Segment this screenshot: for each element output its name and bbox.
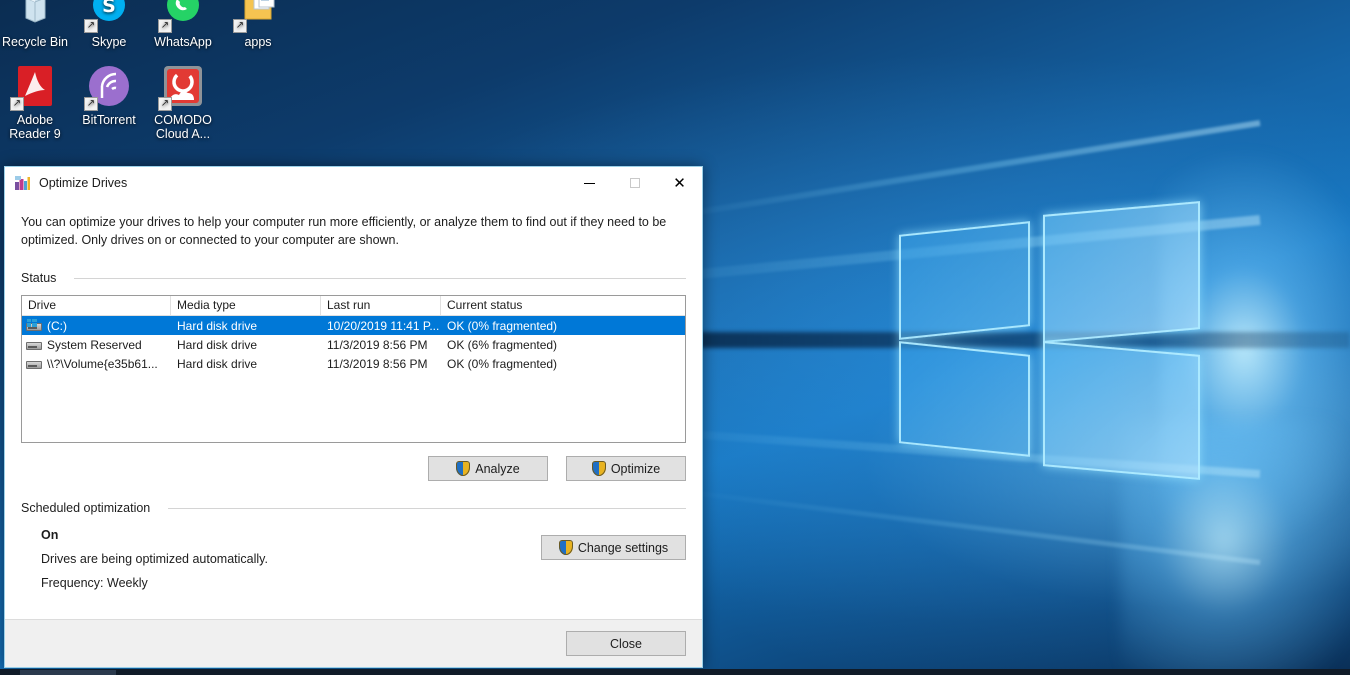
- media-type-cell: Hard disk drive: [171, 319, 321, 333]
- adobe-reader-icon: ↗: [12, 64, 58, 110]
- current-status-cell: OK (6% fragmented): [441, 338, 679, 352]
- window-body: You can optimize your drives to help you…: [5, 199, 702, 619]
- skype-icon: S ↗: [86, 0, 132, 32]
- drive-list-header: Drive Media type Last run Current status: [22, 296, 685, 316]
- table-row[interactable]: \\?\Volume{e35b61... Hard disk drive 11/…: [22, 354, 685, 373]
- optimize-button-label: Optimize: [611, 462, 660, 476]
- defrag-icon: [14, 175, 31, 192]
- drive-cell: System Reserved: [22, 338, 171, 352]
- analyze-button[interactable]: Analyze: [428, 456, 548, 481]
- window-title: Optimize Drives: [39, 176, 127, 190]
- shortcut-overlay-icon: ↗: [233, 19, 247, 33]
- drive-name: System Reserved: [47, 338, 142, 352]
- shortcut-overlay-icon: ↗: [158, 97, 172, 111]
- change-settings-wrapper: Change settings: [541, 535, 686, 560]
- drive-list[interactable]: Drive Media type Last run Current status…: [21, 295, 686, 443]
- taskbar[interactable]: [0, 669, 1350, 675]
- drive-name: (C:): [47, 319, 67, 333]
- desktop-icon-label-line2: Cloud A...: [140, 127, 226, 141]
- media-type-cell: Hard disk drive: [171, 357, 321, 371]
- windows-logo-pane: [1043, 341, 1200, 480]
- table-row[interactable]: (C:) Hard disk drive 10/20/2019 11:41 P.…: [22, 316, 685, 335]
- desktop-icon-label: WhatsApp: [140, 35, 226, 49]
- optimize-button[interactable]: Optimize: [566, 456, 686, 481]
- shortcut-overlay-icon: ↗: [10, 97, 24, 111]
- uac-shield-icon: [559, 540, 573, 555]
- maximize-icon[interactable]: [612, 167, 657, 199]
- drive-cell: (C:): [22, 319, 171, 333]
- drive-cell: \\?\Volume{e35b61...: [22, 357, 171, 371]
- apps-folder-icon: ↗: [235, 0, 281, 32]
- scheduled-section-header: Scheduled optimization: [21, 501, 686, 515]
- close-button[interactable]: Close: [566, 631, 686, 656]
- window-controls: ✕: [567, 167, 702, 199]
- desktop-icon-label-line2: Reader 9: [0, 127, 78, 141]
- recycle-bin-icon: [12, 0, 58, 32]
- last-run-cell: 10/20/2019 11:41 P...: [321, 319, 441, 333]
- shortcut-overlay-icon: ↗: [84, 97, 98, 111]
- change-settings-button-label: Change settings: [578, 541, 668, 555]
- drive-name: \\?\Volume{e35b61...: [47, 357, 158, 371]
- scheduled-section-body: On Drives are being optimized automatica…: [21, 523, 686, 595]
- wallpaper-shadow-band: [700, 332, 1350, 348]
- desktop-icon-whatsapp[interactable]: ↗ WhatsApp: [140, 0, 226, 49]
- desktop-icon-label: COMODO: [140, 113, 226, 127]
- shortcut-overlay-icon: ↗: [158, 19, 172, 33]
- column-header-drive[interactable]: Drive: [22, 296, 171, 315]
- whatsapp-icon: ↗: [160, 0, 206, 32]
- drive-icon: [26, 358, 42, 370]
- status-section-label: Status: [21, 271, 56, 285]
- shortcut-overlay-icon: ↗: [84, 19, 98, 33]
- status-section-header: Status: [21, 271, 686, 285]
- change-settings-button[interactable]: Change settings: [541, 535, 686, 560]
- column-header-current-status[interactable]: Current status: [441, 296, 679, 315]
- minimize-icon[interactable]: [567, 167, 612, 199]
- last-run-cell: 11/3/2019 8:56 PM: [321, 357, 441, 371]
- media-type-cell: Hard disk drive: [171, 338, 321, 352]
- drive-icon: [26, 339, 42, 351]
- svg-text:S: S: [102, 0, 116, 17]
- desktop-icon-apps[interactable]: ↗ apps: [215, 0, 301, 49]
- windows-logo-pane: [899, 221, 1030, 340]
- analyze-button-label: Analyze: [475, 462, 519, 476]
- window-titlebar[interactable]: Optimize Drives ✕: [5, 167, 702, 199]
- desktop-icon-label: apps: [215, 35, 301, 49]
- desktop-icon-comodo[interactable]: ↗ COMODO Cloud A...: [140, 64, 226, 141]
- current-status-cell: OK (0% fragmented): [441, 319, 679, 333]
- optimize-drives-window[interactable]: Optimize Drives ✕ You can optimize your …: [4, 166, 703, 668]
- windows-logo-pane: [1043, 201, 1200, 343]
- schedule-frequency: Frequency: Weekly: [41, 571, 686, 595]
- uac-shield-icon: [592, 461, 606, 476]
- windows-logo-pane: [899, 341, 1030, 457]
- last-run-cell: 11/3/2019 8:56 PM: [321, 338, 441, 352]
- taskbar-item[interactable]: [20, 670, 116, 675]
- uac-shield-icon: [456, 461, 470, 476]
- bittorrent-icon: ↗: [86, 64, 132, 110]
- column-header-media-type[interactable]: Media type: [171, 296, 321, 315]
- section-divider: [168, 508, 686, 509]
- close-icon[interactable]: ✕: [657, 167, 702, 199]
- column-header-last-run[interactable]: Last run: [321, 296, 441, 315]
- windows-drive-icon: [26, 320, 42, 332]
- window-description: You can optimize your drives to help you…: [21, 213, 669, 249]
- section-divider: [74, 278, 686, 279]
- window-footer: Close: [5, 619, 702, 667]
- drive-action-buttons: Analyze Optimize: [21, 456, 686, 481]
- scheduled-section-label: Scheduled optimization: [21, 501, 150, 515]
- current-status-cell: OK (0% fragmented): [441, 357, 679, 371]
- comodo-cloud-icon: ↗: [160, 64, 206, 110]
- table-row[interactable]: System Reserved Hard disk drive 11/3/201…: [22, 335, 685, 354]
